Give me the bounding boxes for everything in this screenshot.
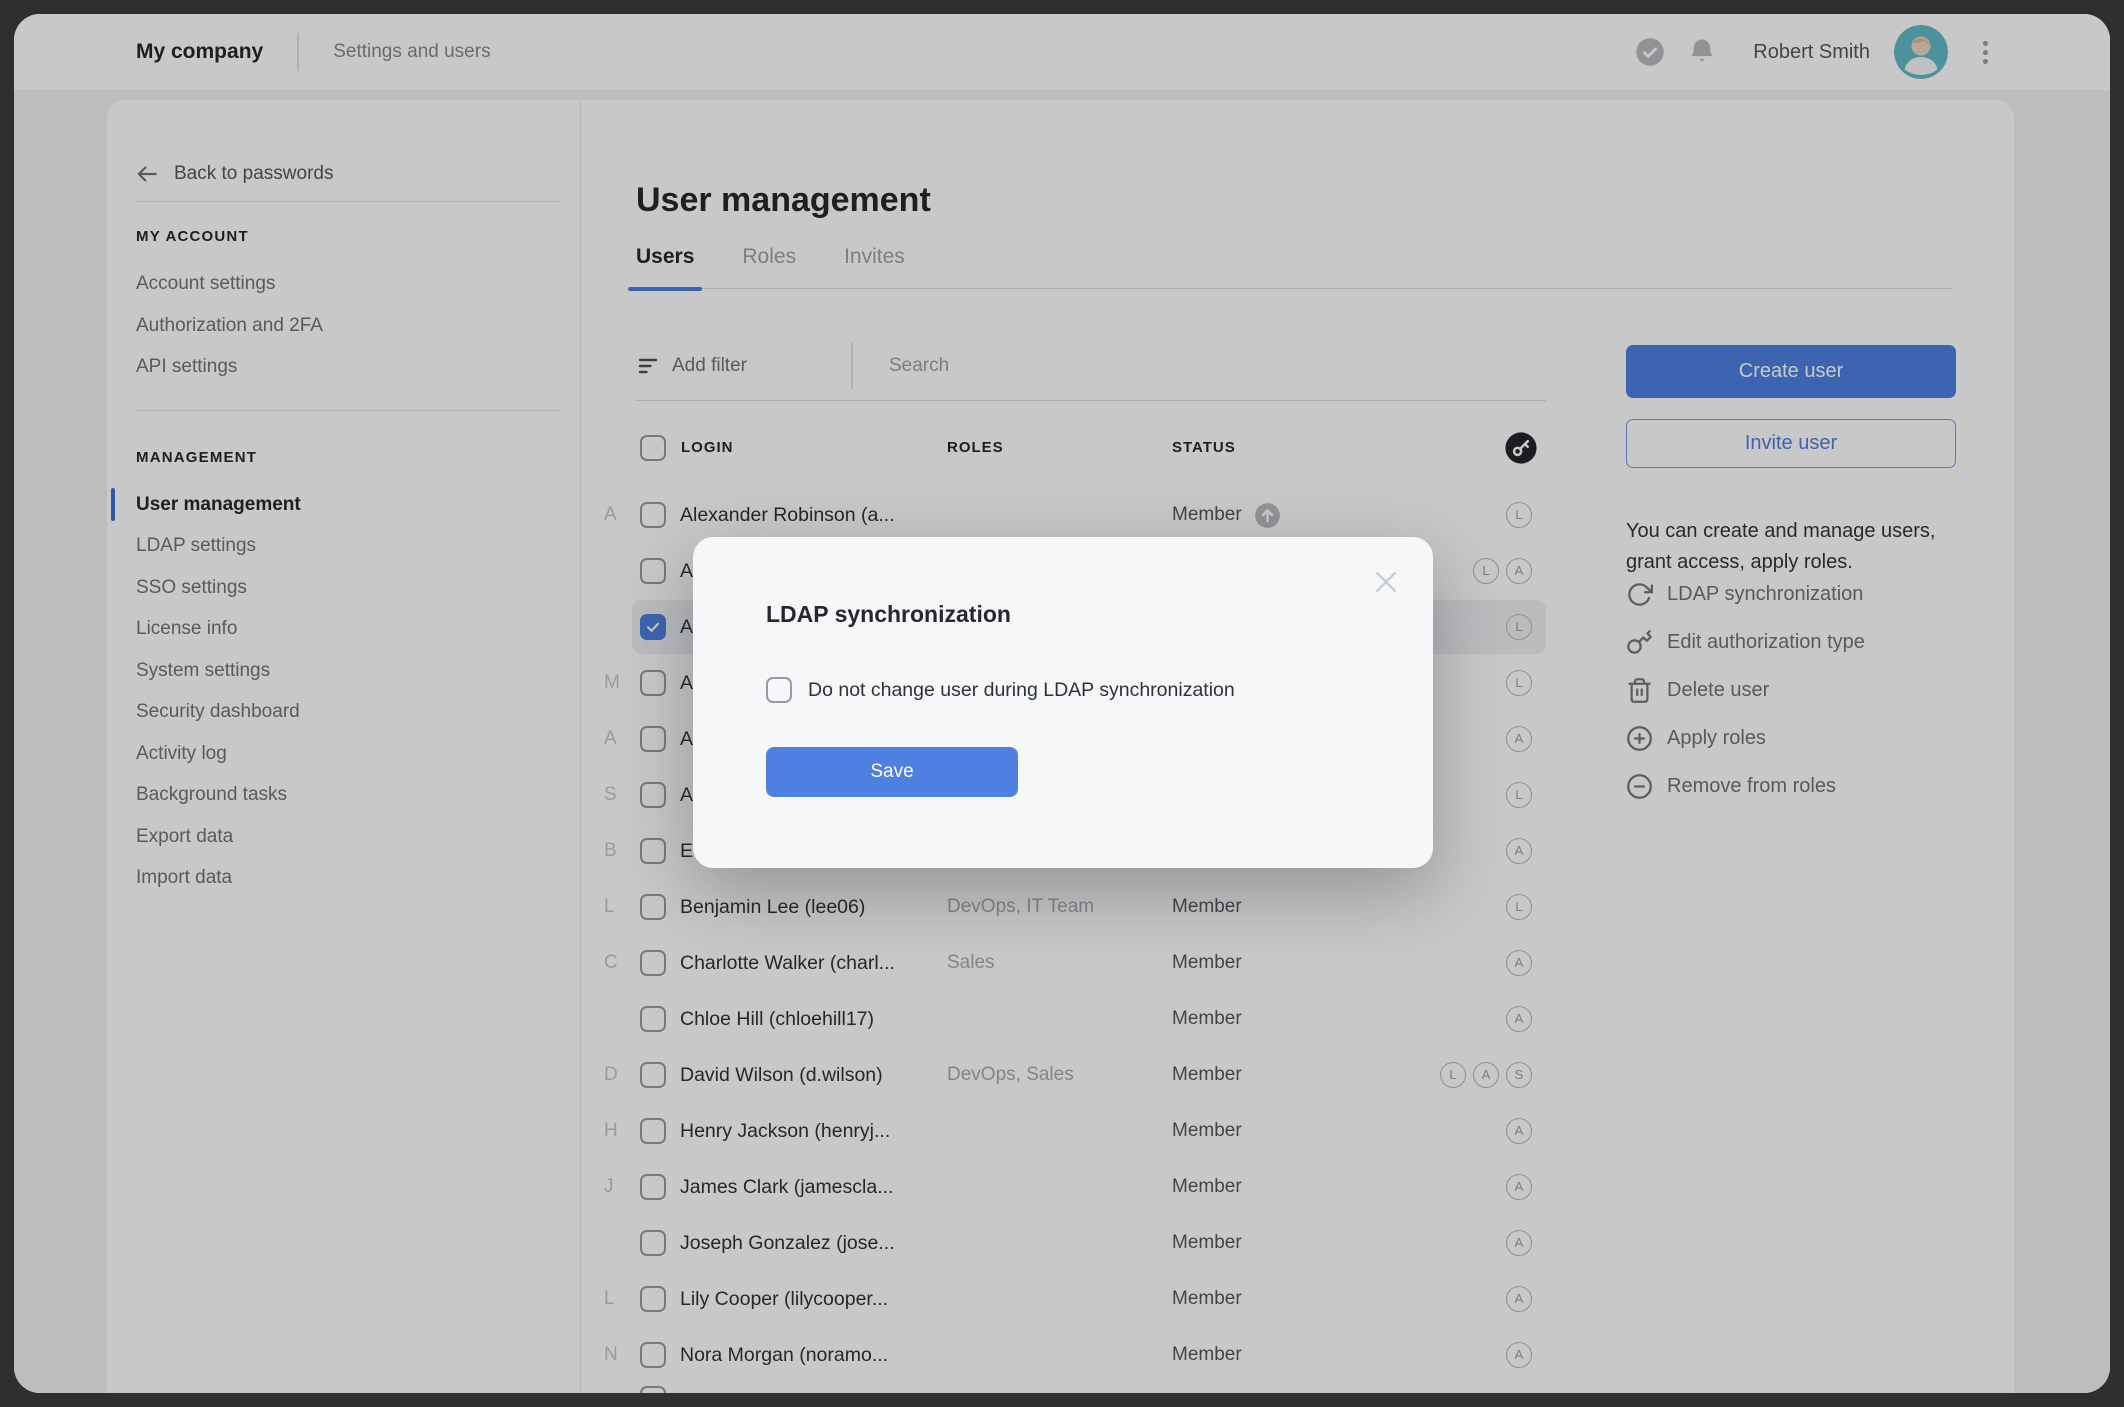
save-button[interactable]: Save — [766, 747, 1018, 797]
modal-title: LDAP synchronization — [766, 601, 1011, 627]
modal-checkbox[interactable] — [766, 677, 792, 703]
modal-checkbox-label: Do not change user during LDAP synchroni… — [808, 678, 1235, 701]
ldap-sync-modal: LDAP synchronization Do not change user … — [693, 537, 1433, 868]
app-window: My company Settings and users Robert Smi… — [14, 14, 2110, 1393]
close-icon[interactable] — [1371, 567, 1401, 597]
